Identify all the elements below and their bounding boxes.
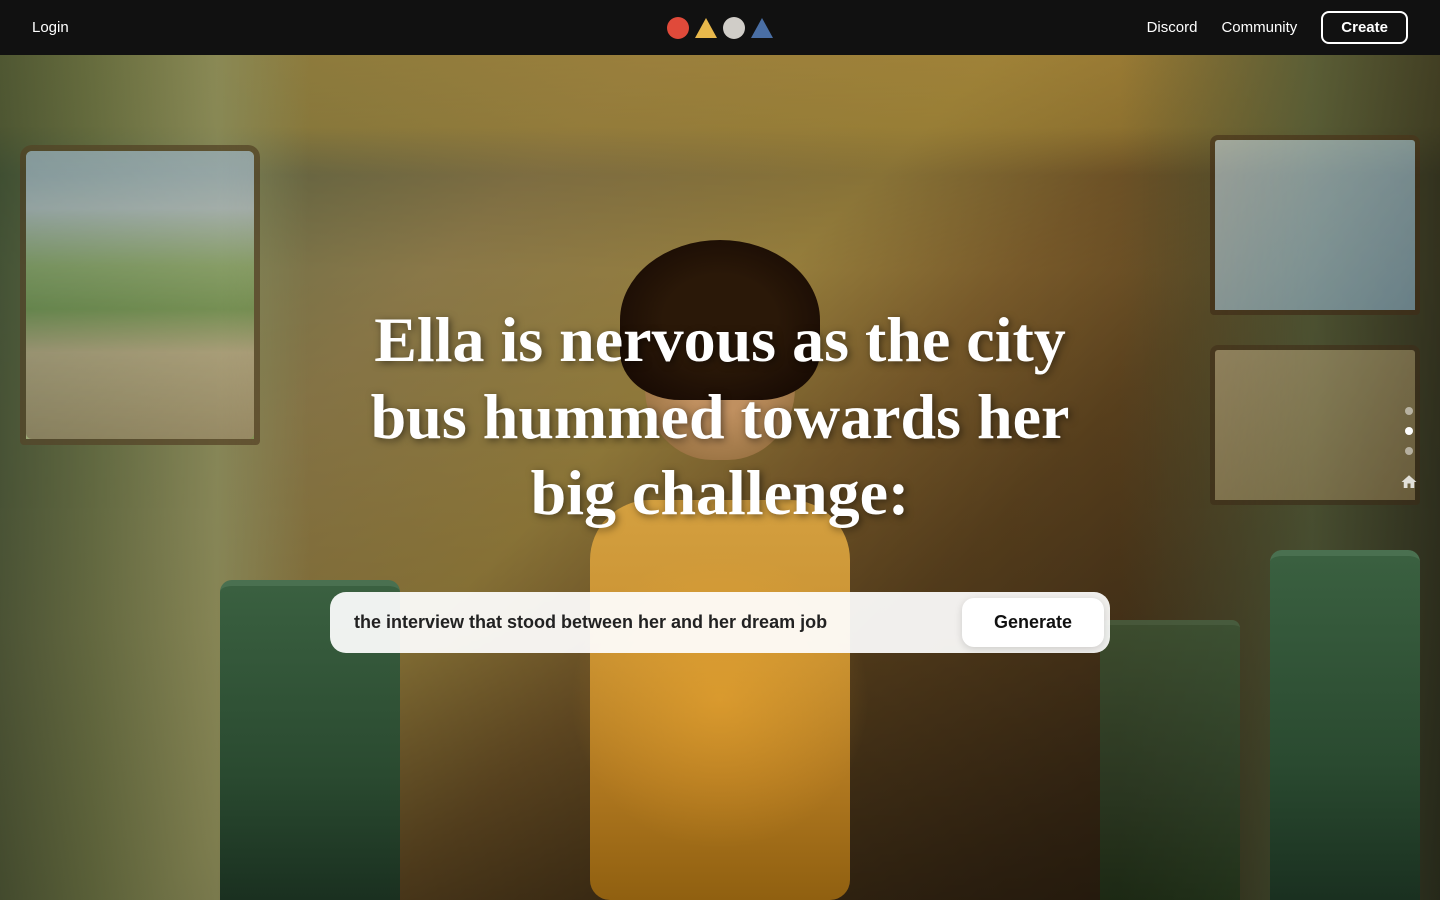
community-link[interactable]: Community	[1221, 19, 1297, 36]
home-icon[interactable]	[1398, 471, 1420, 493]
logo-white-icon	[723, 17, 745, 39]
content-overlay: Ella is nervous as the city bus hummed t…	[0, 55, 1440, 900]
login-link[interactable]: Login	[32, 19, 69, 36]
dot-2[interactable]	[1405, 427, 1413, 435]
hero-title-text: Ella is nervous as the city bus hummed t…	[371, 304, 1070, 529]
dot-3[interactable]	[1405, 447, 1413, 455]
generate-button[interactable]: Generate	[962, 598, 1104, 647]
logo-red-icon	[667, 17, 689, 39]
logo-yellow-icon	[695, 18, 717, 38]
navbar: Login Discord Community Create	[0, 0, 1440, 55]
dot-navigation	[1398, 407, 1420, 493]
nav-right: Discord Community Create	[1147, 11, 1408, 44]
logo-blue-icon	[751, 18, 773, 38]
hero-title: Ella is nervous as the city bus hummed t…	[330, 302, 1110, 532]
dot-1[interactable]	[1405, 407, 1413, 415]
input-bar: Generate	[330, 592, 1110, 653]
create-button[interactable]: Create	[1321, 11, 1408, 44]
story-input[interactable]	[354, 612, 962, 633]
nav-logo	[667, 17, 773, 39]
discord-link[interactable]: Discord	[1147, 19, 1198, 36]
nav-left: Login	[32, 19, 69, 36]
hero-section: Ella is nervous as the city bus hummed t…	[0, 0, 1440, 900]
